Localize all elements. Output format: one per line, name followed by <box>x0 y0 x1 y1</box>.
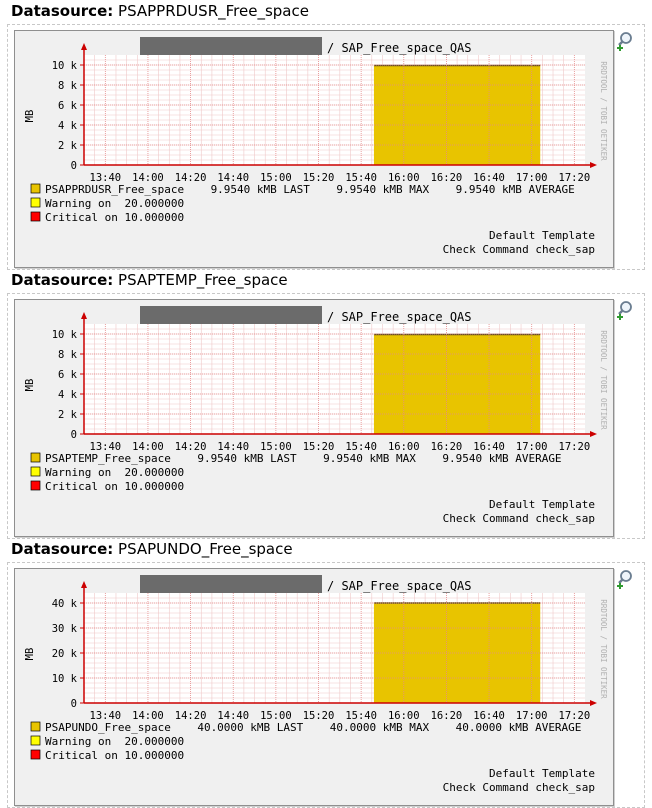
y-tick-label: 6 k <box>58 100 78 112</box>
legend-label: Warning on 20.000000 <box>45 197 184 210</box>
redacted-host <box>140 575 322 595</box>
legend-swatch <box>30 466 41 477</box>
zoom-icon[interactable] <box>615 569 635 589</box>
y-tick-label: 10 k <box>52 673 78 685</box>
y-tick-label: 8 k <box>58 80 78 92</box>
legend-label: PSAPTEMP_Free_space 9.9540 kMB LAST 9.95… <box>45 452 562 465</box>
datasource-section: Datasource: PSAPUNDO_Free_space / SAP_Fr… <box>0 538 652 808</box>
y-tick-label: 6 k <box>58 369 78 381</box>
zoom-icon[interactable] <box>615 300 635 320</box>
y-tick-label: 0 <box>71 429 77 441</box>
footer-text: Check Command check_sap <box>443 781 595 794</box>
datasource-section: Datasource: PSAPTEMP_Free_space / SAP_Fr… <box>0 269 652 539</box>
y-tick-label: 40 k <box>52 598 78 610</box>
y-tick-label: 0 <box>71 160 77 172</box>
graph-title: / SAP_Free_space_QAS <box>327 41 472 55</box>
datasource-section: Datasource: PSAPPRDUSR_Free_space / SAP_… <box>0 0 652 270</box>
redacted-host <box>140 37 322 57</box>
datasource-title: Datasource: PSAPUNDO_Free_space <box>11 540 293 558</box>
legend-label: PSAPUNDO_Free_space 40.0000 kMB LAST 40.… <box>45 721 581 734</box>
x-axis-arrow <box>590 700 597 706</box>
footer-text: Default Template <box>489 498 595 511</box>
datasource-name: PSAPUNDO_Free_space <box>118 540 293 558</box>
y-axis-label: MB <box>24 648 36 661</box>
legend-swatch <box>30 721 41 732</box>
legend-swatch <box>30 749 41 760</box>
y-tick-label: 20 k <box>52 648 78 660</box>
chart-svg: / SAP_Free_space_QAS13:40 14:00 14:20 14:40… <box>24 306 608 525</box>
y-tick-label: 10 k <box>52 60 78 72</box>
legend-swatch <box>30 452 41 463</box>
datasource-label: Datasource: <box>11 271 114 289</box>
legend-label: Warning on 20.000000 <box>45 735 184 748</box>
legend-label: PSAPPRDUSR_Free_space 9.9540 kMB LAST 9.… <box>45 183 575 196</box>
y-tick-label: 2 k <box>58 140 78 152</box>
datasource-title: Datasource: PSAPPRDUSR_Free_space <box>11 2 309 20</box>
legend-label: Critical on 10.000000 <box>45 211 184 224</box>
rrdtool-credit: RRDTOOL / TOBI OETIKER <box>599 330 608 430</box>
y-tick-label: 2 k <box>58 409 78 421</box>
y-tick-label: 8 k <box>58 349 78 361</box>
area-series <box>373 334 541 434</box>
datasource-label: Datasource: <box>11 2 114 20</box>
legend-swatch <box>30 197 41 208</box>
datasource-name: PSAPTEMP_Free_space <box>118 271 288 289</box>
y-tick-label: 10 k <box>52 329 78 341</box>
chart-svg: / SAP_Free_space_QAS13:40 14:00 14:20 14:40… <box>24 575 608 794</box>
y-tick-label: 4 k <box>58 120 78 132</box>
legend-label: Critical on 10.000000 <box>45 480 184 493</box>
legend-swatch <box>30 735 41 746</box>
legend-swatch <box>30 183 41 194</box>
y-tick-label: 30 k <box>52 623 78 635</box>
y-axis-arrow <box>81 43 87 50</box>
footer-text: Default Template <box>489 229 595 242</box>
graph-title: / SAP_Free_space_QAS <box>327 310 472 324</box>
graph-title: / SAP_Free_space_QAS <box>327 579 472 593</box>
graph-panel[interactable]: / SAP_Free_space_QAS 13:40 14:00 14:20 14:40… <box>14 30 614 268</box>
legend-swatch <box>30 211 41 222</box>
graph-panel[interactable]: / SAP_Free_space_QAS 13:40 14:00 14:20 14:40… <box>14 299 614 537</box>
datasource-label: Datasource: <box>11 540 114 558</box>
footer-text: Default Template <box>489 767 595 780</box>
footer-text: Check Command check_sap <box>443 512 595 525</box>
y-axis-label: MB <box>24 110 36 123</box>
legend-label: Warning on 20.000000 <box>45 466 184 479</box>
datasource-name: PSAPPRDUSR_Free_space <box>118 2 309 20</box>
y-axis-label: MB <box>24 379 36 392</box>
x-axis-arrow <box>590 162 597 168</box>
chart-svg: / SAP_Free_space_QAS13:40 14:00 14:20 14:40… <box>24 37 608 256</box>
zoom-icon[interactable] <box>615 31 635 51</box>
footer-text: Check Command check_sap <box>443 243 595 256</box>
graph-panel[interactable]: / SAP_Free_space_QAS 13:40 14:00 14:20 14:40… <box>14 568 614 806</box>
y-axis-arrow <box>81 581 87 588</box>
datasource-title: Datasource: PSAPTEMP_Free_space <box>11 271 288 289</box>
y-tick-label: 4 k <box>58 389 78 401</box>
legend-label: Critical on 10.000000 <box>45 749 184 762</box>
x-axis-arrow <box>590 431 597 437</box>
redacted-host <box>140 306 322 326</box>
rrdtool-credit: RRDTOOL / TOBI OETIKER <box>599 599 608 699</box>
area-series <box>373 65 541 165</box>
rrdtool-credit: RRDTOOL / TOBI OETIKER <box>599 61 608 161</box>
y-tick-label: 0 <box>71 698 77 710</box>
x-tick-label: 17:20 <box>559 441 591 453</box>
legend-swatch <box>30 480 41 491</box>
y-axis-arrow <box>81 312 87 319</box>
